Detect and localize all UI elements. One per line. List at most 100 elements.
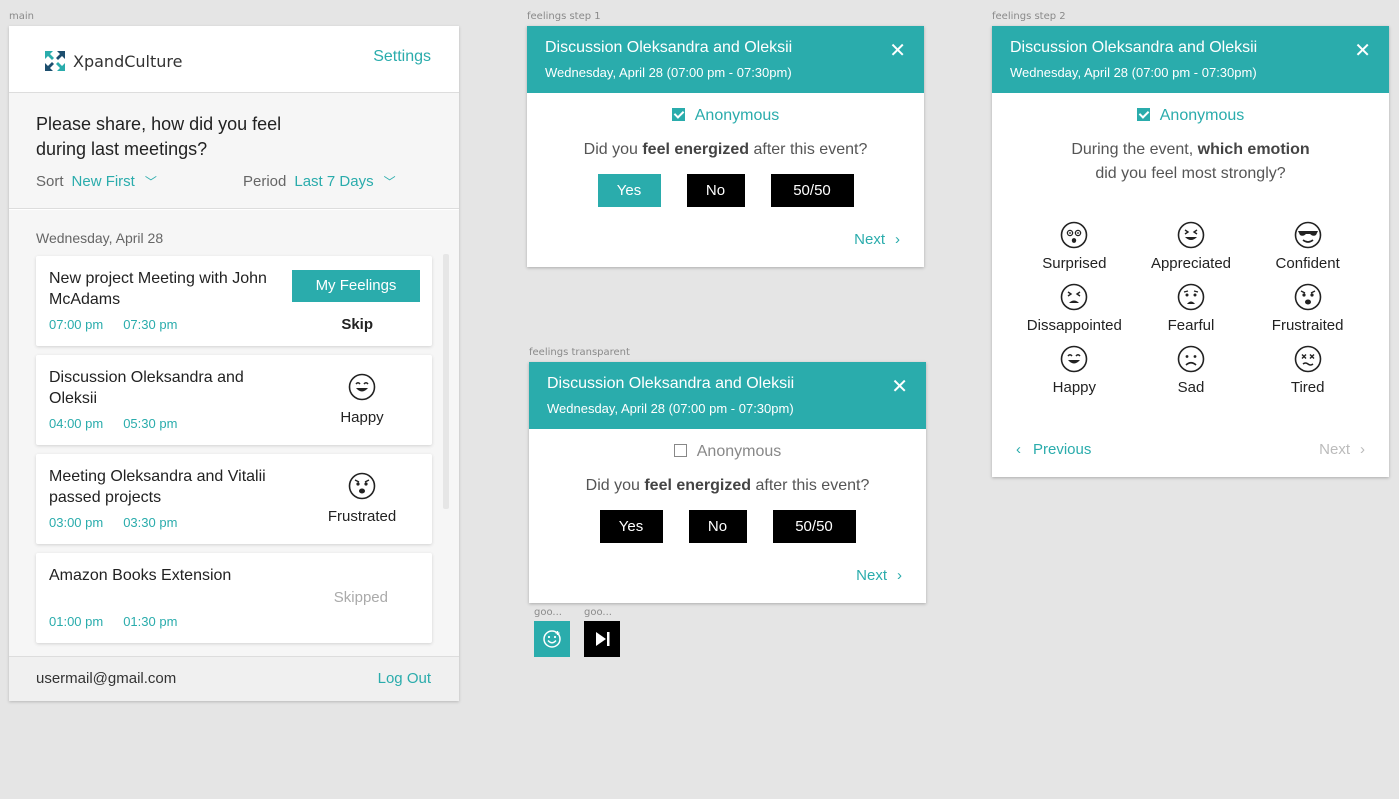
anonymous-checkbox[interactable] — [673, 444, 687, 457]
answer-yes-button[interactable]: Yes — [599, 510, 663, 543]
emotion-label: Sad — [1177, 379, 1205, 396]
mini-label-1: goo... — [534, 607, 562, 618]
anonymous-checkbox-row[interactable]: Anonymous — [992, 107, 1389, 125]
next-button[interactable]: Next › — [856, 567, 902, 584]
answer-5050-button[interactable]: 50/50 — [770, 174, 854, 207]
emotion-label: Fearful — [1167, 317, 1215, 334]
scrollbar[interactable] — [443, 254, 449, 509]
skip-next-icon — [596, 632, 610, 646]
my-feelings-button[interactable]: My Feelings — [292, 270, 420, 302]
emotion-option-sad[interactable]: Sad — [1133, 345, 1250, 396]
anonymous-label[interactable]: Anonymous — [1160, 107, 1245, 124]
happy-face-icon — [348, 373, 376, 401]
emotion-option-dissappointed[interactable]: Dissappointed — [1016, 283, 1133, 334]
intro-section: Please share, how did you feel during la… — [9, 93, 459, 209]
anonymous-checkbox[interactable] — [1136, 108, 1150, 121]
answer-5050-button[interactable]: 50/50 — [772, 510, 856, 543]
meeting-times: 03:00 pm 03:30 pm — [49, 515, 177, 530]
answer-no-button[interactable]: No — [686, 174, 745, 207]
skip-button[interactable]: Skip — [341, 316, 373, 333]
skip-mini-button[interactable] — [584, 621, 620, 657]
settings-link[interactable]: Settings — [373, 48, 431, 66]
dialog-title: Discussion Oleksandra and Oleksii — [545, 39, 793, 56]
chevron-down-icon[interactable]: ﹀ — [145, 175, 157, 189]
anonymous-checkbox-row[interactable]: Anonymous — [527, 107, 924, 125]
anonymous-checkbox[interactable] — [671, 108, 685, 121]
anonymous-label[interactable]: Anonymous — [695, 107, 780, 124]
question-text: Did you feel energized after this event? — [527, 138, 924, 162]
frustrated-face-icon — [1294, 283, 1321, 311]
close-icon[interactable]: ✕ — [1354, 41, 1371, 61]
answer-yes-button[interactable]: Yes — [597, 174, 661, 207]
chevron-down-icon[interactable]: ﹀ — [384, 175, 396, 189]
emotion-label: Appreciated — [1150, 255, 1232, 272]
meeting-card: Discussion Oleksandra and Oleksii 04:00 … — [36, 355, 432, 445]
next-button[interactable]: Next › — [854, 231, 900, 248]
period-value[interactable]: Last 7 Days — [294, 173, 373, 190]
answer-buttons: Yes No 50/50 — [527, 174, 924, 207]
main-header: XpandCulture Settings — [9, 26, 459, 93]
meeting-times: 07:00 pm 07:30 pm — [49, 317, 177, 332]
appreciated-face-icon — [1177, 221, 1205, 249]
main-panel: XpandCulture Settings Please share, how … — [9, 26, 459, 701]
question-bold: feel energized — [644, 477, 752, 494]
dialog-subtitle: Wednesday, April 28 (07:00 pm - 07:30pm) — [545, 65, 792, 80]
end-time: 01:30 pm — [123, 614, 178, 629]
next-label[interactable]: Next — [854, 231, 885, 248]
answer-no-button[interactable]: No — [688, 510, 747, 543]
emotion-option-appreciated[interactable]: Appreciated — [1133, 221, 1250, 272]
emotion-option-fearful[interactable]: Fearful — [1133, 283, 1250, 334]
user-email: usermail@gmail.com — [36, 670, 177, 687]
frame-label-main: main — [9, 11, 34, 22]
logout-link[interactable]: Log Out — [378, 670, 431, 687]
start-time: 03:00 pm — [49, 515, 104, 530]
previous-label[interactable]: Previous — [1033, 441, 1091, 458]
mini-label-2: goo... — [584, 607, 612, 618]
chevron-right-icon[interactable]: › — [895, 231, 900, 248]
skipped-status: Skipped — [333, 589, 388, 606]
question-pre: Did you — [583, 141, 643, 158]
previous-button[interactable]: ‹ Previous — [1016, 441, 1091, 458]
emotion-label: Tired — [1290, 379, 1325, 396]
period-dropdown[interactable]: Period Last 7 Days ﹀ — [243, 173, 396, 190]
emotion-option-confident[interactable]: Confident — [1249, 221, 1366, 272]
meeting-title: New project Meeting with John McAdams — [49, 270, 267, 308]
close-icon[interactable]: ✕ — [889, 41, 906, 61]
close-icon[interactable]: ✕ — [891, 377, 908, 397]
dialog-subtitle: Wednesday, April 28 (07:00 pm - 07:30pm) — [547, 401, 794, 416]
dialog-header: Discussion Oleksandra and Oleksii Wednes… — [527, 26, 924, 93]
dialog-subtitle: Wednesday, April 28 (07:00 pm - 07:30pm) — [1010, 65, 1257, 80]
happy-face-icon — [1061, 345, 1088, 373]
anonymous-label[interactable]: Anonymous — [697, 443, 782, 460]
frustrated-face-icon — [348, 472, 376, 500]
emotion-result: Happy — [322, 373, 402, 426]
emotion-label: Frustraited — [1271, 317, 1344, 334]
next-label[interactable]: Next — [856, 567, 887, 584]
answer-buttons: Yes No 50/50 — [529, 510, 926, 543]
feelings-mini-button[interactable] — [534, 621, 570, 657]
meeting-card: New project Meeting with John McAdams 07… — [36, 256, 432, 346]
chevron-left-icon[interactable]: ‹ — [1016, 441, 1021, 458]
logo: XpandCulture — [43, 49, 182, 73]
question-text: Did you feel energized after this event? — [529, 474, 926, 498]
emotion-label: Confident — [1275, 255, 1340, 272]
start-time: 01:00 pm — [49, 614, 104, 629]
emotion-label: Frustrated — [327, 508, 397, 525]
emotion-option-happy[interactable]: Happy — [1016, 345, 1133, 396]
emotion-option-surprised[interactable]: Surprised — [1016, 221, 1133, 272]
sort-dropdown[interactable]: Sort New First ﹀ — [36, 173, 157, 190]
anonymous-checkbox-row[interactable]: Anonymous — [529, 443, 926, 461]
chevron-right-icon[interactable]: › — [897, 567, 902, 584]
meeting-list: Wednesday, April 28 New project Meeting … — [9, 210, 459, 656]
meeting-card: Meeting Oleksandra and Vitalii passed pr… — [36, 454, 432, 544]
fearful-face-icon — [1177, 283, 1205, 311]
sort-value[interactable]: New First — [72, 173, 135, 190]
emotion-label: Surprised — [1042, 255, 1107, 272]
emotion-option-tired[interactable]: Tired — [1249, 345, 1366, 396]
meeting-title: Amazon Books Extension — [49, 567, 232, 584]
next-label: Next — [1319, 441, 1350, 458]
date-header: Wednesday, April 28 — [36, 230, 164, 246]
emotion-option-frustraited[interactable]: Frustraited — [1249, 283, 1366, 334]
emotion-label: Dissappointed — [1026, 317, 1122, 334]
emotion-result: Frustrated — [322, 472, 402, 525]
